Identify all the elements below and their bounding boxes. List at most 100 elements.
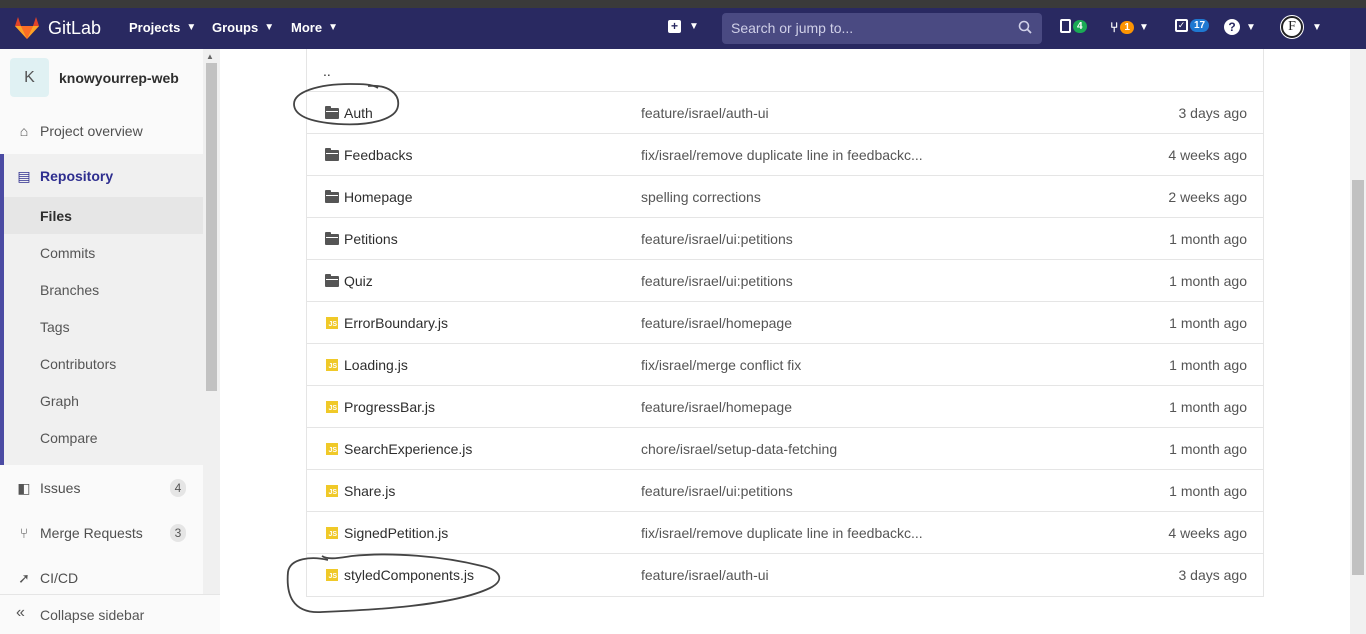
sidebar-subitem-files[interactable]: Files [40, 208, 72, 224]
groups-menu[interactable]: Groups ▼ [212, 20, 274, 35]
file-name[interactable]: Petitions [344, 231, 398, 247]
merge-requests-shortcut[interactable]: ⑂ 1 ▼ [1110, 19, 1149, 35]
table-row[interactable]: Auth feature/israel/auth-ui 3 days ago [307, 91, 1263, 133]
sidebar-item-label: Repository [40, 168, 114, 184]
last-update-time: 4 weeks ago [1168, 525, 1247, 541]
sidebar-item-project-overview[interactable]: ⌂ Project overview [0, 122, 203, 140]
help-menu[interactable]: ? ▼ [1224, 19, 1256, 35]
file-name[interactable]: ErrorBoundary.js [344, 315, 448, 331]
file-name-link[interactable]: Homepage [325, 189, 413, 205]
commit-message-link[interactable]: feature/israel/homepage [641, 315, 792, 331]
file-name[interactable]: SearchExperience.js [344, 441, 472, 457]
table-row[interactable]: JS ErrorBoundary.js feature/israel/homepag… [307, 301, 1263, 343]
last-update-time: 1 month ago [1169, 231, 1247, 247]
commit-message-link[interactable]: fix/israel/remove duplicate line in feed… [641, 147, 923, 163]
chevron-down-icon: ▼ [186, 22, 197, 33]
table-row[interactable]: Petitions feature/israel/ui:petitions 1 mo… [307, 217, 1263, 259]
sidebar-item-label: Project overview [40, 123, 143, 139]
file-name[interactable]: Loading.js [344, 357, 408, 373]
sidebar-subitem-graph[interactable]: Graph [40, 393, 79, 409]
file-name[interactable]: Quiz [344, 273, 373, 289]
table-row[interactable]: Homepage spelling corrections 2 weeks ago [307, 175, 1263, 217]
table-row[interactable]: Quiz feature/israel/ui:petitions 1 month a… [307, 259, 1263, 301]
doc-icon: ▤ [17, 167, 31, 184]
file-name-link[interactable]: JS ErrorBoundary.js [325, 315, 448, 331]
sidebar-subitem-contributors[interactable]: Contributors [40, 356, 116, 372]
sidebar-subitem-compare[interactable]: Compare [40, 430, 98, 446]
folder-icon [325, 189, 339, 203]
commit-message-link[interactable]: feature/israel/auth-ui [641, 105, 769, 121]
file-name-link[interactable]: JS Loading.js [325, 357, 408, 373]
table-row[interactable]: Feedbacks fix/israel/remove duplicate lin… [307, 133, 1263, 175]
file-name[interactable]: ProgressBar.js [344, 399, 435, 415]
tree-row-parent[interactable]: .. [307, 49, 1263, 91]
sidebar-subitem-tags[interactable]: Tags [40, 319, 70, 335]
chevron-down-icon: ▼ [1312, 21, 1322, 33]
parent-dir-link[interactable]: .. [323, 63, 331, 79]
table-row[interactable]: JS Share.js feature/israel/ui:petitions 1 m… [307, 469, 1263, 511]
file-name-link[interactable]: JS SearchExperience.js [325, 441, 472, 457]
commit-message-link[interactable]: feature/israel/ui:petitions [641, 273, 793, 289]
new-dropdown[interactable]: + ▼ [668, 20, 699, 33]
file-name-link[interactable]: JS SignedPetition.js [325, 525, 448, 541]
sidebar-subitem-branches[interactable]: Branches [40, 282, 99, 298]
file-name[interactable]: styledComponents.js [344, 567, 474, 583]
commit-message-link[interactable]: spelling corrections [641, 189, 761, 205]
todos-shortcut[interactable]: ✓ 17 [1175, 19, 1210, 32]
table-row[interactable]: JS styledComponents.js feature/israel/auth… [307, 553, 1263, 595]
file-tree-table: .. Auth feature/israel/auth-ui 3 days ago F… [306, 49, 1264, 597]
commit-message-link[interactable]: feature/israel/homepage [641, 399, 792, 415]
scroll-up-arrow-icon[interactable]: ▲ [206, 52, 214, 61]
folder-icon [325, 147, 339, 161]
table-row[interactable]: JS SearchExperience.js chore/israel/setup-… [307, 427, 1263, 469]
rocket-icon: ➚ [18, 569, 30, 586]
file-name-link[interactable]: Auth [325, 105, 373, 121]
file-name-link[interactable]: Petitions [325, 231, 398, 247]
sidebar-scroll-thumb[interactable] [206, 63, 217, 391]
chevron-down-icon: ▼ [1138, 21, 1149, 33]
js-file-icon: JS [326, 359, 338, 371]
commit-message-link[interactable]: feature/israel/ui:petitions [641, 483, 793, 499]
user-menu[interactable]: F ▼ [1280, 15, 1322, 39]
mr-count-badge: 1 [1120, 20, 1134, 34]
projects-menu[interactable]: Projects ▼ [129, 20, 196, 35]
commit-message-link[interactable]: fix/israel/merge conflict fix [641, 357, 801, 373]
folder-icon [325, 273, 339, 287]
table-row[interactable]: JS Loading.js fix/israel/merge conflict fi… [307, 343, 1263, 385]
file-name[interactable]: Auth [344, 105, 373, 121]
js-file-icon: JS [326, 317, 338, 329]
file-name-link[interactable]: JS ProgressBar.js [325, 399, 435, 415]
file-name[interactable]: Share.js [344, 483, 395, 499]
commit-message-link[interactable]: feature/israel/ui:petitions [641, 231, 793, 247]
commit-message-link[interactable]: chore/israel/setup-data-fetching [641, 441, 837, 457]
table-row[interactable]: JS ProgressBar.js feature/israel/homepage 1… [307, 385, 1263, 427]
file-name-link[interactable]: Feedbacks [325, 147, 412, 163]
issues-shortcut[interactable]: 4 [1060, 19, 1087, 33]
last-update-time: 3 days ago [1178, 567, 1248, 583]
top-navbar: GitLab Projects ▼ Groups ▼ More ▼ + ▼ Searc… [0, 8, 1366, 49]
sidebar-subitem-commits[interactable]: Commits [40, 245, 95, 261]
page-scroll-thumb[interactable] [1352, 180, 1364, 575]
more-menu[interactable]: More ▼ [291, 20, 338, 35]
file-name-link[interactable]: JS Share.js [325, 483, 395, 499]
sidebar-item-cicd[interactable]: ➚ CI/CD [0, 569, 203, 587]
js-file-icon: JS [326, 485, 338, 497]
brand-name: GitLab [48, 17, 102, 38]
commit-message-link[interactable]: feature/israel/auth-ui [641, 567, 769, 583]
sidebar-item-label: Issues [40, 480, 81, 496]
file-name[interactable]: SignedPetition.js [344, 525, 448, 541]
file-name[interactable]: Homepage [344, 189, 413, 205]
table-row[interactable]: JS SignedPetition.js fix/israel/remove dup… [307, 511, 1263, 553]
collapse-sidebar-button[interactable]: « Collapse sidebar [0, 594, 220, 634]
commit-message-link[interactable]: fix/israel/remove duplicate line in feed… [641, 525, 923, 541]
sidebar-project-header[interactable]: K knowyourrep-web [10, 58, 179, 97]
sidebar-item-repository[interactable]: ▤ Repository [0, 167, 203, 185]
gitlab-logo[interactable]: GitLab [14, 16, 101, 40]
js-file-icon: JS [326, 569, 338, 581]
more-label: More [291, 20, 323, 35]
file-name[interactable]: Feedbacks [344, 147, 412, 163]
search-input[interactable]: Search or jump to... [722, 13, 1042, 44]
issues-count-badge: 4 [170, 479, 186, 497]
file-name-link[interactable]: Quiz [325, 273, 373, 289]
file-name-link[interactable]: JS styledComponents.js [325, 567, 474, 583]
